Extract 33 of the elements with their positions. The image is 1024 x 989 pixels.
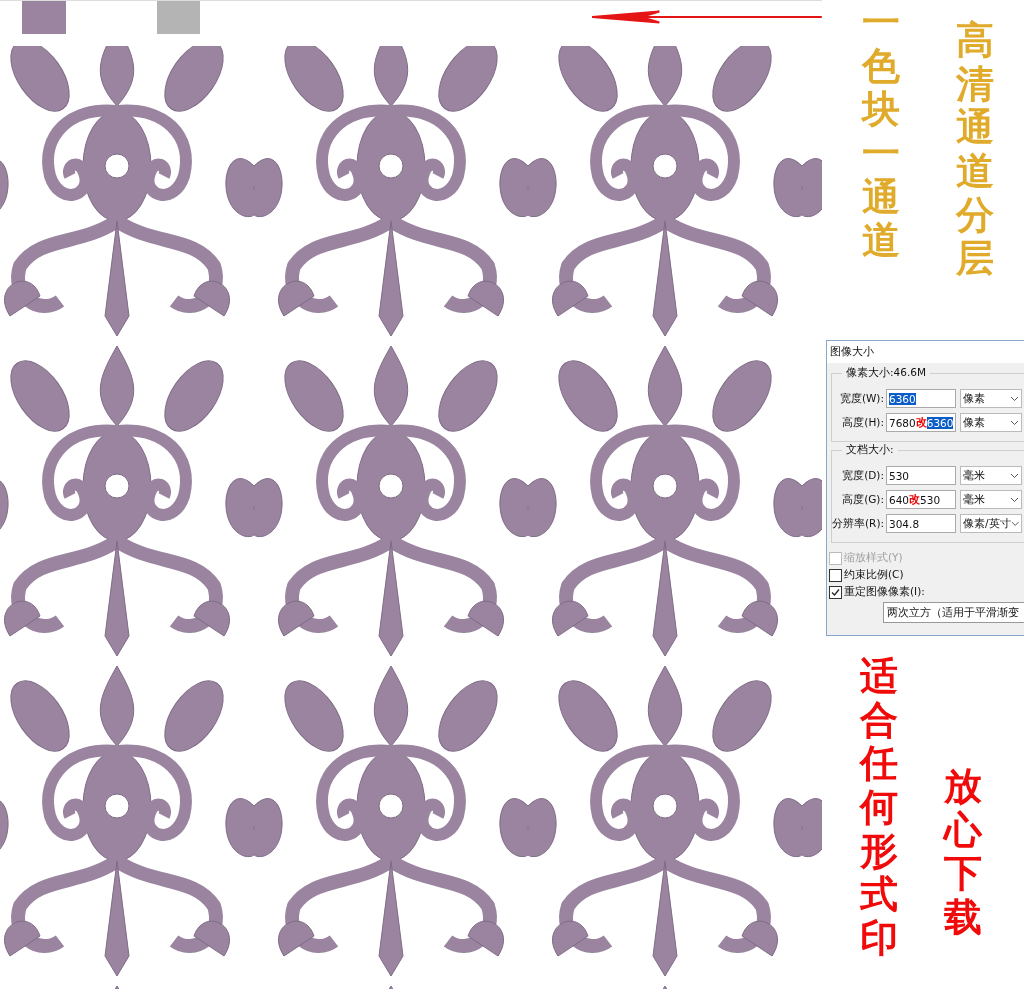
checkbox[interactable] [829,568,842,582]
field-label: 高度(H): [841,415,884,430]
field-label: 分辨率(R): [832,516,884,531]
resample-dropdown[interactable]: 两次立方（适用于平滑渐变 [883,602,1024,623]
vertical-caption: 放心下载 [944,764,982,942]
chevron-down-icon [1010,395,1019,402]
vertical-caption: 高清通道分层 [956,18,994,283]
arrow-icon [592,9,822,25]
vertical-caption: 一色块一通道 [862,0,900,265]
group-legend: 文档大小: [842,443,898,457]
field-label: 宽度(D): [841,468,884,483]
unit-dropdown[interactable]: 毫米 [960,466,1022,485]
unit-dropdown[interactable]: 像素/英寸 [960,514,1022,533]
dialog-title: 图像大小 [827,341,1024,363]
group-legend: 像素大小:46.6M [842,366,930,380]
input-field[interactable]: 640改530 [886,490,956,509]
input-field[interactable]: 304.8 [886,514,956,533]
field-label: 宽度(W): [838,391,884,406]
vertical-caption: 适合任何形式印 [860,654,898,960]
checkbox-label: 重定图像像素(I): [844,585,925,599]
chevron-down-icon [1010,520,1019,527]
checkbox-label: 约束比例(C) [844,568,904,582]
field-label: 高度(G): [841,492,884,507]
unit-dropdown[interactable]: 毫米 [960,490,1022,509]
unit-dropdown[interactable]: 像素 [960,413,1022,432]
input-field[interactable]: 6360 [886,389,956,408]
input-field[interactable]: 530 [886,466,956,485]
chevron-down-icon [1010,419,1019,426]
unit-dropdown[interactable]: 像素 [960,389,1022,408]
chevron-down-icon [1010,472,1019,479]
checkbox-label: 缩放样式(Y) [844,551,903,565]
chevron-down-icon [1010,496,1019,503]
checkbox[interactable] [829,585,842,599]
